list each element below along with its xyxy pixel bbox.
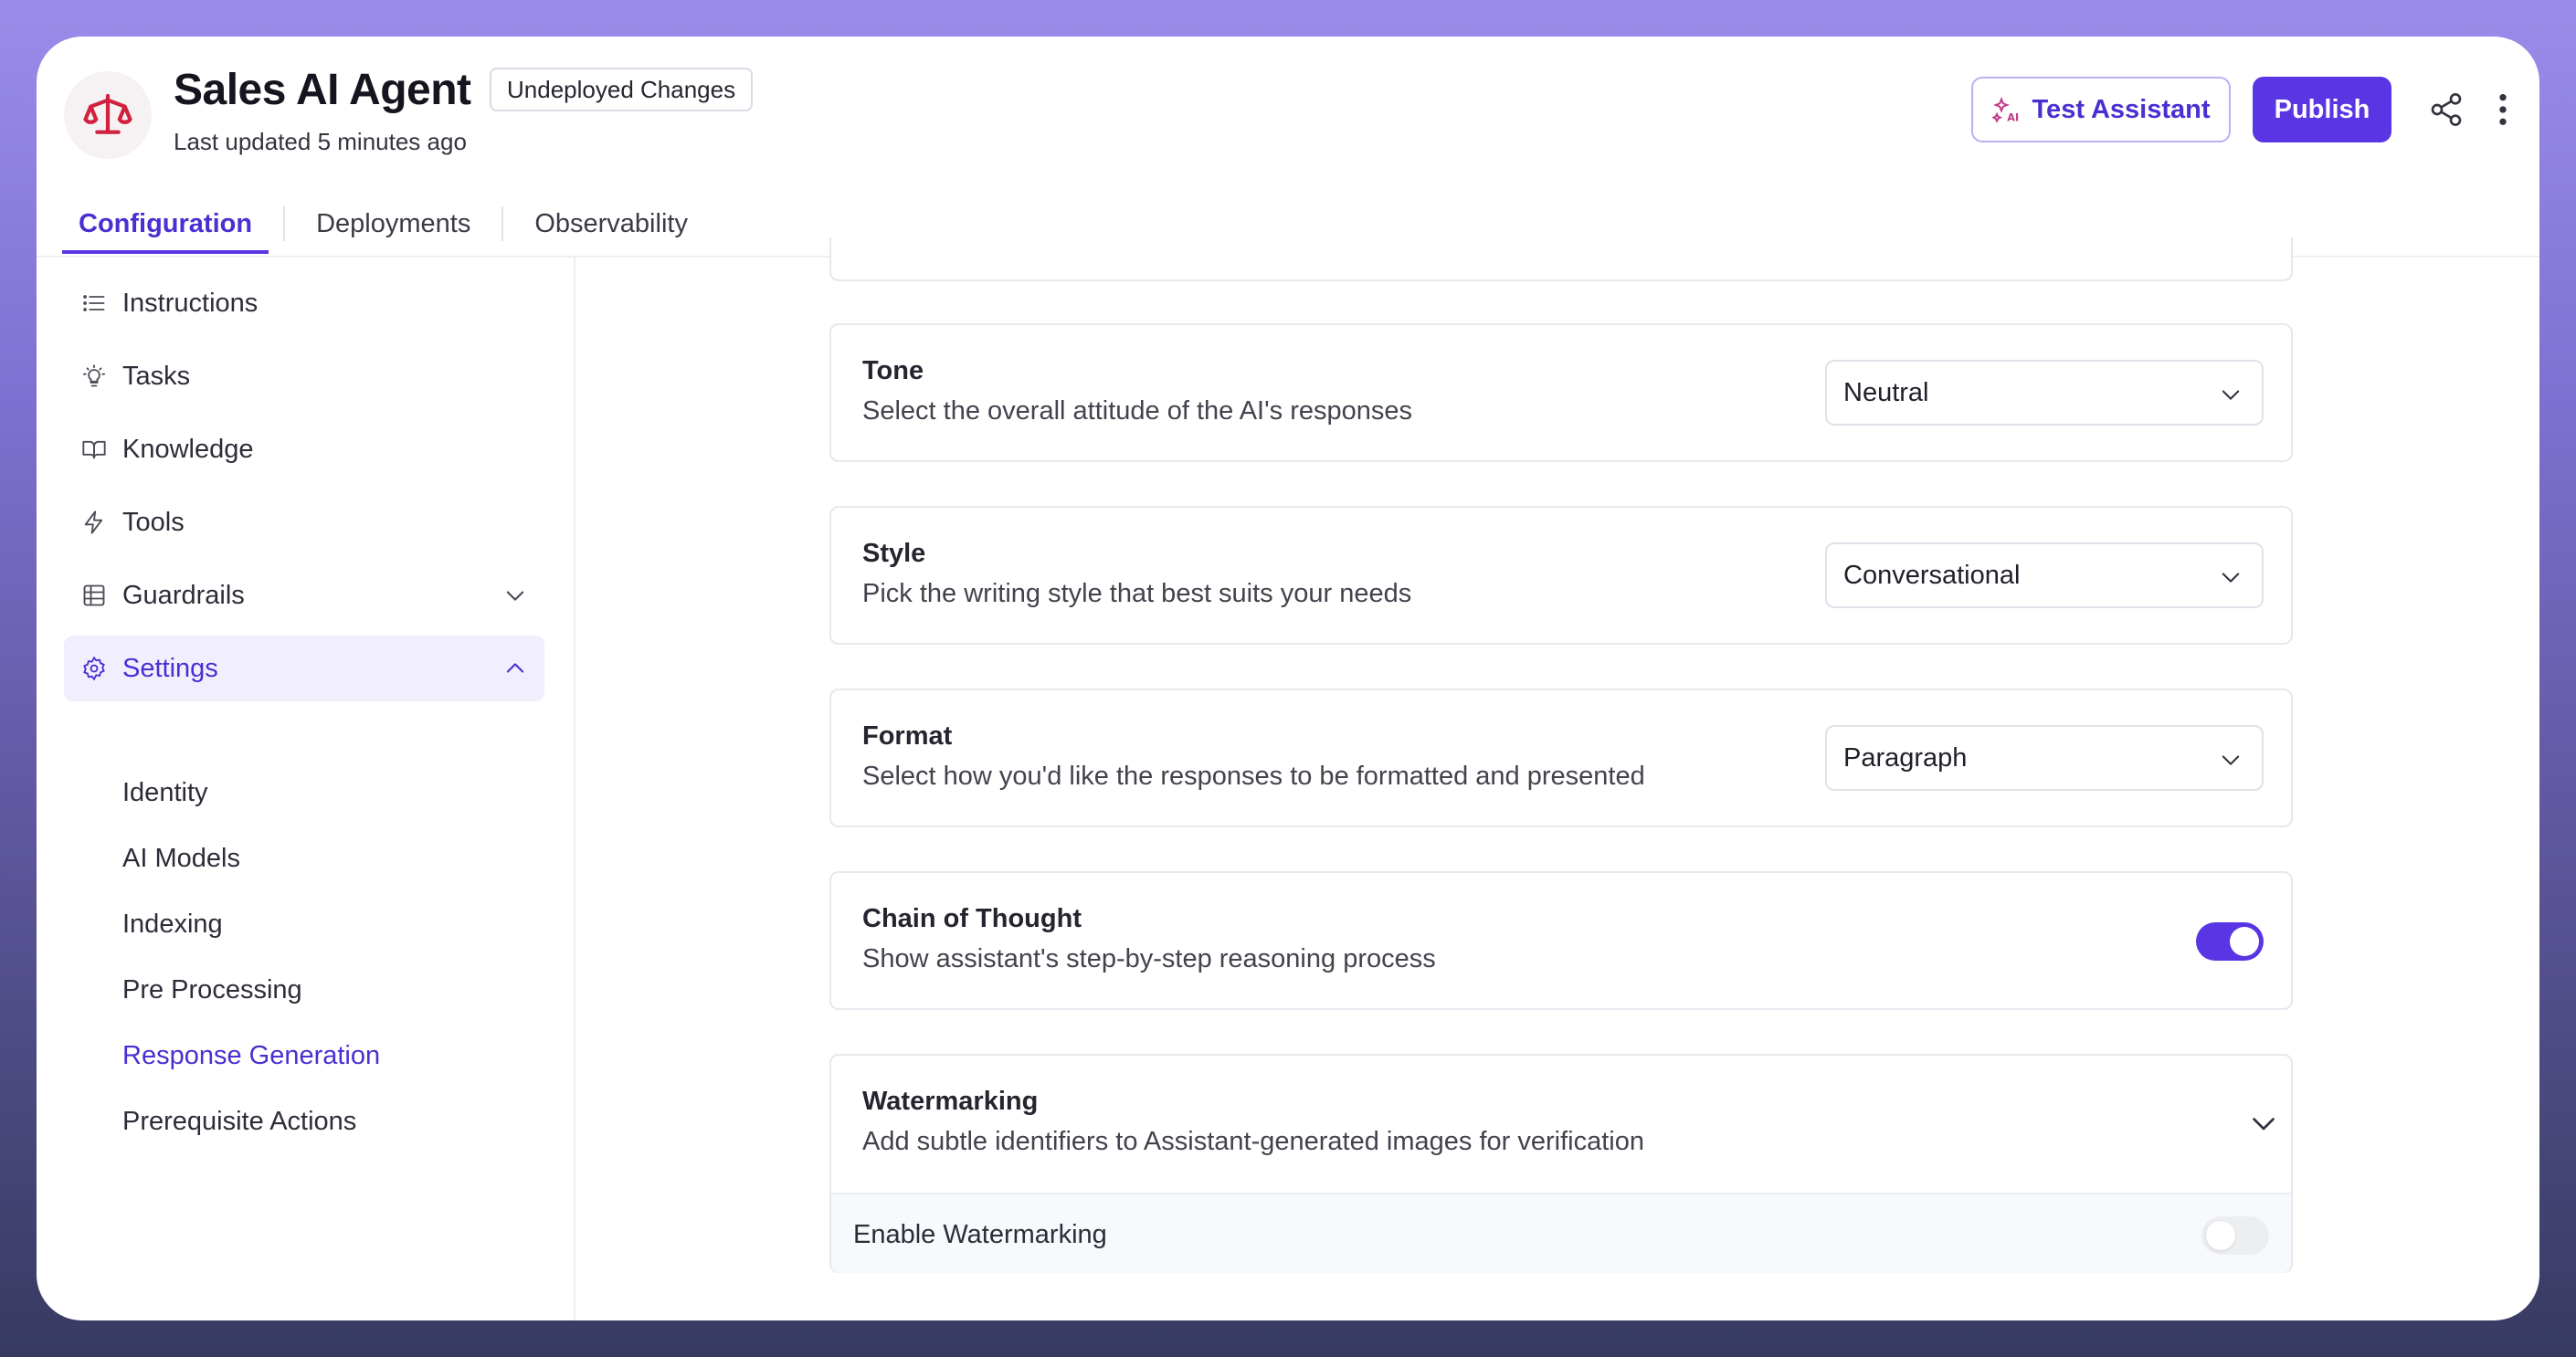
sidebar-item-label: Instructions bbox=[122, 288, 259, 318]
list-icon bbox=[80, 289, 108, 317]
enable-watermarking-toggle[interactable] bbox=[2201, 1216, 2269, 1255]
tab-configuration[interactable]: Configuration bbox=[62, 195, 269, 254]
tone-title: Tone bbox=[862, 356, 924, 385]
publish-button[interactable]: Publish bbox=[2253, 77, 2391, 142]
tab-divider bbox=[501, 206, 504, 241]
tone-description: Select the overall attitude of the AI's … bbox=[862, 396, 1413, 426]
gear-icon bbox=[80, 655, 108, 682]
format-card: Format Select how you'd like the respons… bbox=[829, 689, 2293, 827]
tab-deployments[interactable]: Deployments bbox=[300, 195, 487, 252]
main-tabs: Configuration Deployments Observability bbox=[62, 195, 704, 254]
test-assistant-button[interactable]: AI Test Assistant bbox=[1971, 77, 2231, 142]
settings-sub-prerequisite-actions[interactable]: Prerequisite Actions bbox=[122, 1103, 356, 1140]
chevron-up-icon bbox=[506, 663, 524, 673]
enable-watermarking-label: Enable Watermarking bbox=[853, 1220, 1107, 1249]
format-description: Select how you'd like the responses to b… bbox=[862, 762, 1645, 791]
tab-observability[interactable]: Observability bbox=[518, 195, 704, 252]
style-title: Style bbox=[862, 539, 926, 568]
format-select-value: Paragraph bbox=[1843, 742, 1968, 773]
watermarking-card: Watermarking Add subtle identifiers to A… bbox=[829, 1054, 2293, 1273]
settings-sub-pre-processing[interactable]: Pre Processing bbox=[122, 972, 302, 1008]
tone-select-value: Neutral bbox=[1843, 377, 1929, 407]
sidebar-item-tasks[interactable]: Tasks bbox=[64, 343, 544, 409]
watermarking-description: Add subtle identifiers to Assistant-gene… bbox=[862, 1127, 1644, 1156]
status-badge: Undeployed Changes bbox=[490, 68, 754, 111]
more-vertical-icon bbox=[2499, 94, 2507, 125]
settings-sub-identity[interactable]: Identity bbox=[122, 774, 208, 811]
sidebar-item-tools[interactable]: Tools bbox=[64, 489, 544, 555]
chevron-down-icon bbox=[2253, 1118, 2275, 1131]
bolt-icon bbox=[80, 509, 108, 536]
settings-sub-response-generation[interactable]: Response Generation bbox=[122, 1037, 380, 1074]
tone-select[interactable]: Neutral bbox=[1825, 360, 2264, 426]
test-assistant-label: Test Assistant bbox=[2032, 94, 2211, 124]
watermarking-options: Enable Watermarking bbox=[831, 1193, 2291, 1273]
chevron-down-icon bbox=[2222, 390, 2240, 400]
format-select[interactable]: Paragraph bbox=[1825, 725, 2264, 791]
chevron-down-icon bbox=[506, 591, 524, 601]
sidebar: Instructions Tasks Knowledge Tools Guard… bbox=[37, 258, 575, 1320]
watermarking-expand-button[interactable] bbox=[2247, 1107, 2284, 1143]
last-updated-text: Last updated 5 minutes ago bbox=[174, 128, 467, 155]
chain-of-thought-title: Chain of Thought bbox=[862, 904, 1082, 933]
settings-sub-ai-models[interactable]: AI Models bbox=[122, 840, 240, 877]
sidebar-item-label: Tasks bbox=[122, 361, 191, 391]
more-options-button[interactable] bbox=[2490, 88, 2516, 131]
sparkle-ai-icon: AI bbox=[1991, 96, 2019, 124]
tab-divider bbox=[283, 206, 286, 241]
settings-sub-indexing[interactable]: Indexing bbox=[122, 906, 223, 942]
chain-of-thought-toggle[interactable] bbox=[2196, 922, 2264, 961]
sidebar-item-label: Guardrails bbox=[122, 580, 245, 610]
scales-icon bbox=[83, 93, 132, 134]
sidebar-item-settings[interactable]: Settings bbox=[64, 636, 544, 701]
lightbulb-icon bbox=[80, 363, 108, 390]
format-title: Format bbox=[862, 721, 953, 751]
book-icon bbox=[80, 436, 108, 463]
sidebar-item-guardrails[interactable]: Guardrails bbox=[64, 563, 544, 628]
sidebar-item-label: Knowledge bbox=[122, 434, 254, 464]
sidebar-item-knowledge[interactable]: Knowledge bbox=[64, 416, 544, 482]
svg-text:AI: AI bbox=[2007, 112, 2019, 124]
chain-of-thought-card: Chain of Thought Show assistant's step-b… bbox=[829, 871, 2293, 1010]
app-window: Sales AI Agent Undeployed Changes Last u… bbox=[37, 37, 2539, 1320]
chevron-down-icon bbox=[2222, 573, 2240, 583]
style-select[interactable]: Conversational bbox=[1825, 542, 2264, 608]
chevron-down-icon bbox=[2222, 755, 2240, 765]
sidebar-item-label: Settings bbox=[122, 653, 218, 683]
style-select-value: Conversational bbox=[1843, 560, 2021, 590]
agent-logo bbox=[64, 71, 152, 159]
chain-of-thought-description: Show assistant's step-by-step reasoning … bbox=[862, 944, 1436, 973]
share-button[interactable] bbox=[2424, 88, 2468, 131]
style-description: Pick the writing style that best suits y… bbox=[862, 579, 1412, 608]
share-icon bbox=[2431, 93, 2462, 126]
table-icon bbox=[80, 582, 108, 609]
previous-card-edge bbox=[829, 237, 2293, 281]
style-card: Style Pick the writing style that best s… bbox=[829, 506, 2293, 645]
sidebar-item-label: Tools bbox=[122, 507, 185, 537]
watermarking-title: Watermarking bbox=[862, 1087, 1039, 1116]
sidebar-item-instructions[interactable]: Instructions bbox=[64, 270, 544, 336]
page-title: Sales AI Agent bbox=[174, 66, 471, 114]
tone-card: Tone Select the overall attitude of the … bbox=[829, 323, 2293, 462]
